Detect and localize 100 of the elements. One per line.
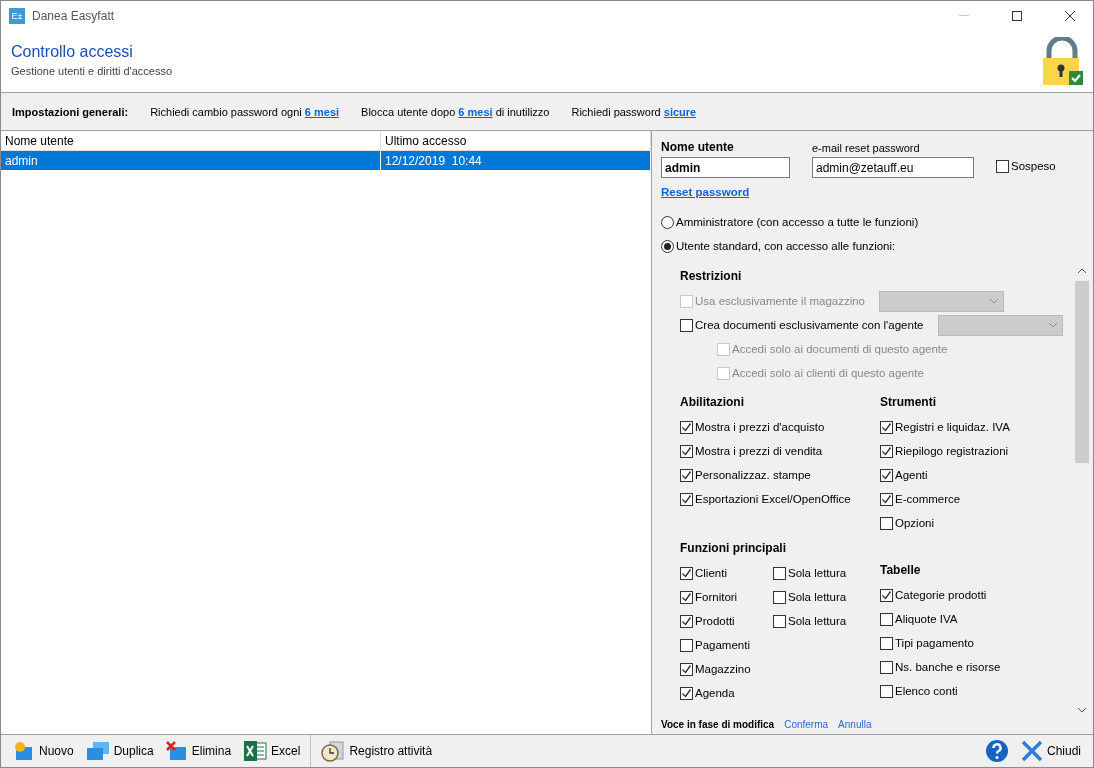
checkbox[interactable]: [880, 684, 893, 698]
checkbox[interactable]: [680, 420, 693, 434]
toolbar-button[interactable]: Nuovo: [7, 737, 80, 765]
checkbox-label: Personalizzaz. stampe: [695, 469, 811, 481]
setting-text: Richiedi password sicure: [571, 105, 697, 118]
checkbox-label: Opzioni: [895, 517, 934, 529]
window-title: Danea Easyfatt: [32, 8, 116, 23]
clock-icon: [321, 740, 346, 762]
checkbox[interactable]: [680, 638, 693, 652]
delete-icon: [165, 741, 188, 761]
section-title: Strumenti: [880, 394, 937, 411]
checkbox[interactable]: [773, 590, 786, 604]
checkbox-label: Magazzino: [695, 663, 751, 675]
checkbox[interactable]: [680, 444, 693, 458]
checkbox[interactable]: [680, 686, 693, 700]
toolbar-button[interactable]: Registro attività: [315, 737, 439, 765]
username-field[interactable]: admin: [661, 157, 790, 178]
checkbox-label: Ns. banche e risorse: [895, 661, 1001, 673]
checkbox-label: Sola lettura: [788, 591, 847, 603]
table-cell: 12/12/2019 10:44: [381, 151, 651, 171]
user-row[interactable]: admin 12/12/2019 10:44: [1, 151, 651, 170]
setting-text: Blocca utente dopo 6 mesi di inutilizzo: [361, 105, 550, 118]
cancel-link[interactable]: Annulla: [838, 719, 872, 730]
checkbox[interactable]: [680, 590, 693, 604]
toolbar-button[interactable]: Excel: [237, 737, 307, 765]
field-label: e-mail reset password: [812, 142, 921, 154]
setting-text: Richiedi cambio password ogni 6 mesi: [150, 105, 340, 118]
checkbox[interactable]: [880, 516, 893, 530]
checkbox-label: E-commerce: [895, 493, 961, 505]
checkbox[interactable]: [773, 566, 786, 580]
checkbox[interactable]: [880, 636, 893, 650]
setting-link[interactable]: sicure: [663, 105, 697, 118]
reset-password-link[interactable]: Reset password: [661, 186, 750, 198]
checkbox[interactable]: [880, 588, 893, 602]
table-cell: admin: [1, 151, 381, 171]
checkbox-label: Registri e liquidaz. IVA: [895, 421, 1010, 433]
checkbox-label: Pagamenti: [695, 639, 750, 651]
checkbox-label: Mostra i prezzi di vendita: [695, 445, 823, 457]
checkbox[interactable]: [880, 492, 893, 506]
edit-status-label: Voce in fase di modifica: [661, 719, 775, 730]
checkbox-label: Riepilogo registrazioni: [895, 445, 1009, 457]
duplicate-icon: [85, 741, 110, 761]
checkbox[interactable]: [880, 468, 893, 482]
email-field[interactable]: admin@zetauff.eu: [812, 157, 974, 178]
radio-label: Utente standard, con accesso alle funzioni:: [676, 240, 896, 252]
checkbox-label: Clienti: [695, 567, 727, 579]
checkbox-label: Tipi pagamento: [895, 637, 974, 649]
help-icon: [984, 739, 1009, 763]
checkbox-label: Sospeso: [1011, 160, 1056, 172]
spreadsheet-icon: [243, 740, 268, 762]
checkbox[interactable]: [680, 318, 693, 332]
radio-button[interactable]: [661, 239, 674, 253]
checkbox-label: Agenti: [895, 469, 928, 481]
new-document-icon: [13, 741, 35, 761]
section-title: Abilitazioni: [680, 394, 745, 411]
close-icon: [1020, 740, 1043, 762]
page-title: Controllo accessi: [11, 43, 134, 61]
section-title: Restrizioni: [680, 268, 743, 285]
radio-button[interactable]: [661, 215, 674, 229]
checkbox-label: Sola lettura: [788, 567, 847, 579]
page-subtitle: Gestione utenti e diritti d'accesso: [11, 65, 174, 77]
radio-label: Amministratore (con accesso a tutte le funzioni): [676, 216, 919, 228]
toolbar-button[interactable]: Duplica: [79, 737, 160, 765]
setting-link[interactable]: 6 mesi: [458, 105, 493, 118]
setting-link[interactable]: 6 mesi: [304, 105, 340, 118]
checkbox-label: Sola lettura: [788, 615, 847, 627]
checkbox[interactable]: [880, 612, 893, 626]
scrollbar-thumb[interactable]: [1075, 281, 1089, 463]
checkbox[interactable]: [880, 420, 893, 434]
checkbox-label: Prodotti: [695, 615, 735, 627]
checkbox-label: Usa esclusivamente il magazzino: [695, 295, 866, 307]
field-label: Nome utente: [661, 140, 735, 154]
caret-icon: [1047, 322, 1058, 328]
padlock-icon: [1041, 37, 1083, 87]
checkbox[interactable]: [773, 614, 786, 628]
section-title: Tabelle: [880, 562, 922, 579]
app-icon: E±: [9, 7, 25, 24]
checkbox[interactable]: [680, 566, 693, 580]
checkbox[interactable]: [880, 660, 893, 674]
toolbar-button[interactable]: Chiudi: [1014, 737, 1087, 765]
settings-label: Impostazioni generali:: [12, 105, 129, 118]
checkbox[interactable]: [680, 468, 693, 482]
section-title: Funzioni principali: [680, 540, 787, 557]
confirm-link[interactable]: Conferma: [784, 719, 829, 730]
checkbox[interactable]: [880, 444, 893, 458]
checkbox-label: Accedi solo ai documenti di questo agente: [732, 343, 948, 355]
checkbox-label: Elenco conti: [895, 685, 958, 697]
checkbox-label: Crea documenti esclusivamente con l'agente: [695, 319, 924, 331]
checkbox[interactable]: [680, 614, 693, 628]
checkbox[interactable]: [680, 492, 693, 506]
checkbox-label: Mostra i prezzi d'acquisto: [695, 421, 825, 433]
checkbox-label: Aliquote IVA: [895, 613, 958, 625]
toolbar-button[interactable]: Elimina: [159, 737, 238, 765]
checkbox-label: Accedi solo ai clienti di questo agente: [732, 367, 924, 379]
checkbox-label: Fornitori: [695, 591, 738, 603]
caret-icon: [989, 298, 1000, 304]
checkbox-label: Esportazioni Excel/OpenOffice: [695, 493, 851, 505]
checkbox[interactable]: [680, 662, 693, 676]
checkbox[interactable]: [996, 159, 1009, 173]
checkbox-label: Agenda: [695, 687, 735, 699]
